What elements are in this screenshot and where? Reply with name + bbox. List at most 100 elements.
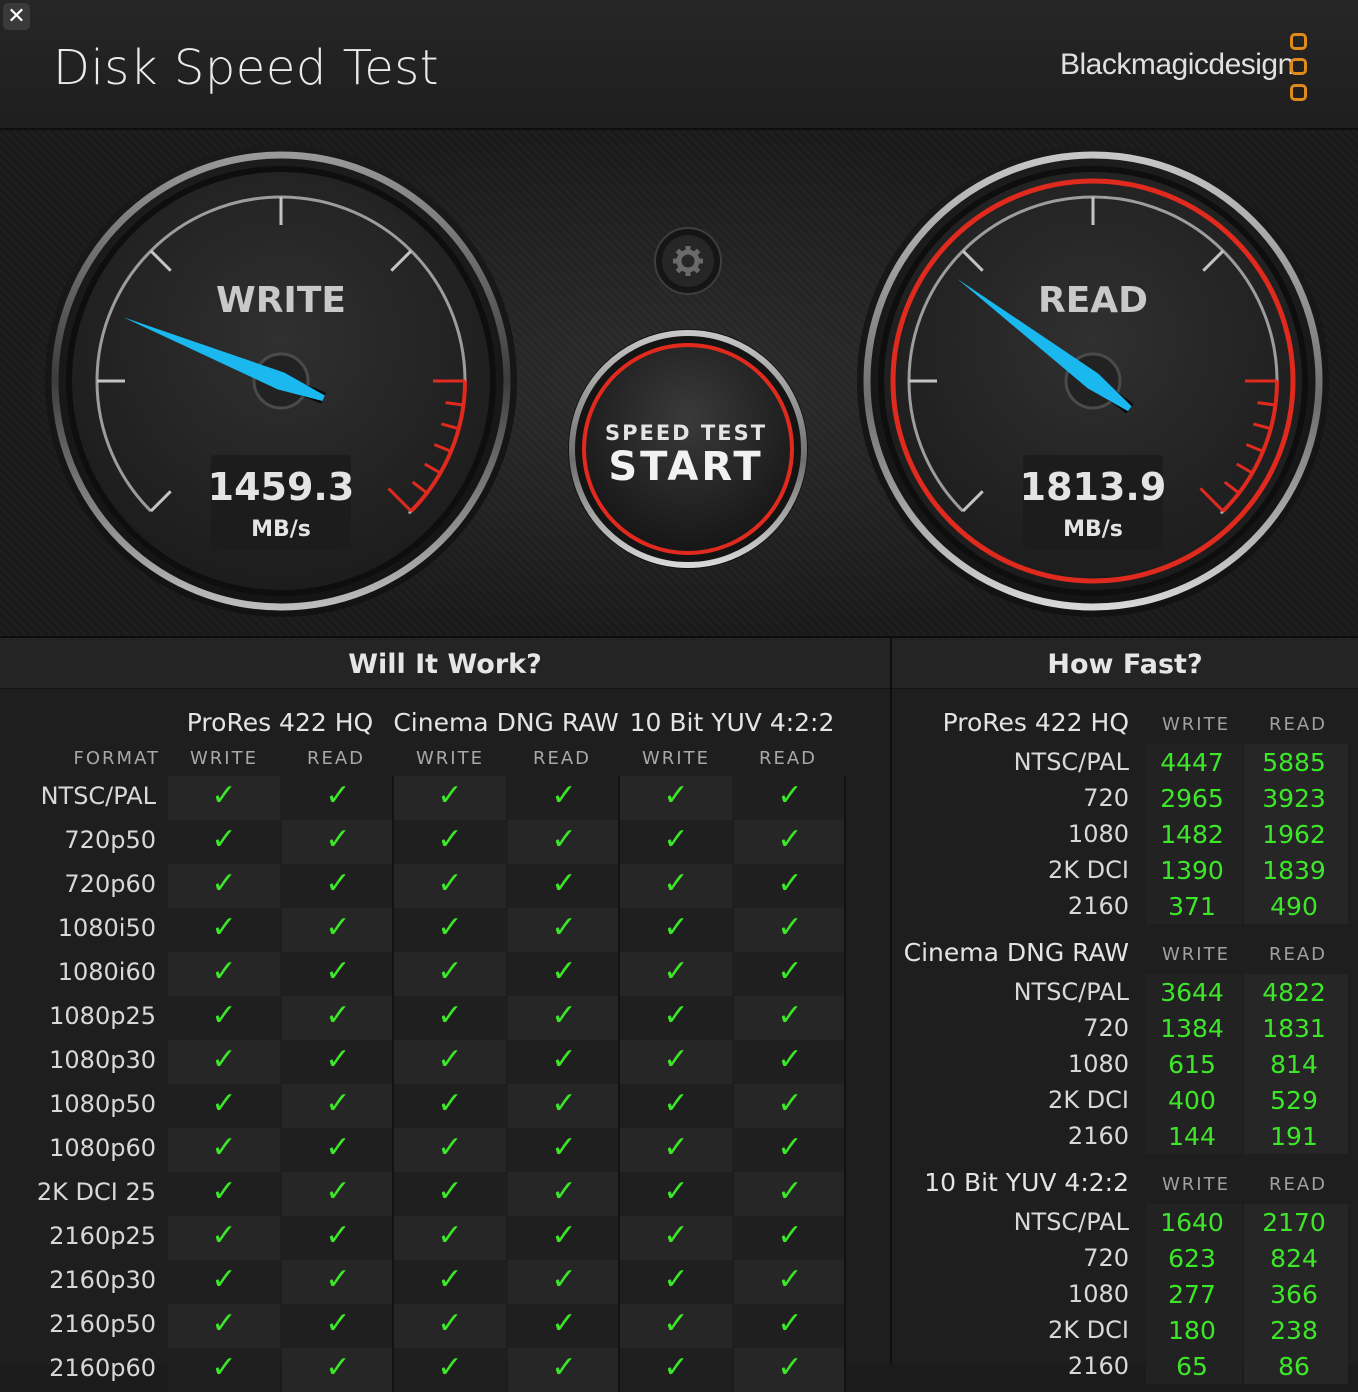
check-icon: ✓ <box>663 910 689 945</box>
how-fast-write-value: 615 <box>1168 1050 1216 1079</box>
how-fast-write-value: 2965 <box>1160 784 1224 813</box>
close-icon: ✕ <box>7 4 26 29</box>
how-fast-read-value: 529 <box>1270 1086 1318 1115</box>
how-fast-write-value: 400 <box>1168 1086 1216 1115</box>
check-icon: ✓ <box>437 1350 463 1385</box>
check-icon: ✓ <box>325 1306 351 1341</box>
how-fast-read-label: READ <box>1268 1174 1328 1195</box>
check-icon: ✓ <box>437 1042 463 1077</box>
check-icon: ✓ <box>551 778 577 813</box>
read-column-label: READ <box>532 748 592 769</box>
check-icon: ✓ <box>325 954 351 989</box>
group-title: ProRes 422 HQ <box>186 708 374 737</box>
how-fast-read-value: 86 <box>1278 1352 1310 1381</box>
how-fast-read-value: 490 <box>1270 892 1318 921</box>
start-button-top-label: SPEED TEST <box>605 421 767 445</box>
check-icon: ✓ <box>551 1306 577 1341</box>
check-icon: ✓ <box>777 1042 803 1077</box>
how-fast-row-label: 2K DCI <box>1048 856 1129 884</box>
how-fast-row-label: 2K DCI <box>1048 1316 1129 1344</box>
how-fast-group-title: 10 Bit YUV 4:2:2 <box>924 1168 1129 1197</box>
how-fast-read-value: 1839 <box>1262 856 1326 885</box>
check-icon: ✓ <box>437 1086 463 1121</box>
check-icon: ✓ <box>211 1130 237 1165</box>
how-fast-read-value: 814 <box>1270 1050 1318 1079</box>
group-title: Cinema DNG RAW <box>393 708 619 737</box>
check-icon: ✓ <box>437 866 463 901</box>
check-icon: ✓ <box>325 910 351 945</box>
read-gauge-label: READ <box>1038 280 1148 321</box>
check-icon: ✓ <box>325 1086 351 1121</box>
title-bar: ✕ Disk Speed Test Blackmagicdesign <box>0 0 1358 130</box>
read-speed-value: 1813.9 <box>1020 465 1167 509</box>
how-fast-read-value: 2170 <box>1262 1208 1326 1237</box>
format-row-label: 2160p50 <box>49 1310 156 1338</box>
check-icon: ✓ <box>777 1086 803 1121</box>
how-fast-row-label: 720 <box>1083 1014 1129 1042</box>
how-fast-group-title: Cinema DNG RAW <box>903 938 1129 967</box>
read-speed-unit: MB/s <box>1063 517 1123 542</box>
check-icon: ✓ <box>211 1306 237 1341</box>
how-fast-read-label: READ <box>1268 944 1328 965</box>
how-fast-read-value: 1831 <box>1262 1014 1326 1043</box>
how-fast-row-label: 720 <box>1083 784 1129 812</box>
check-icon: ✓ <box>551 822 577 857</box>
settings-button[interactable] <box>654 227 722 295</box>
check-icon: ✓ <box>551 1174 577 1209</box>
format-row-label: 1080p30 <box>49 1046 156 1074</box>
check-icon: ✓ <box>437 910 463 945</box>
format-row-label: 1080i60 <box>57 958 156 986</box>
brand-name: Blackmagicdesign <box>1060 48 1294 81</box>
format-row-label: 2160p30 <box>49 1266 156 1294</box>
write-column-label: WRITE <box>190 748 258 769</box>
check-icon: ✓ <box>211 778 237 813</box>
check-icon: ✓ <box>325 778 351 813</box>
how-fast-write-value: 1384 <box>1160 1014 1224 1043</box>
check-icon: ✓ <box>551 866 577 901</box>
check-icon: ✓ <box>437 998 463 1033</box>
write-gauge: WRITE 1459.3 MB/s <box>45 145 517 617</box>
check-icon: ✓ <box>325 1262 351 1297</box>
gauge-panel: WRITE 1459.3 MB/s READ 1813.9 MB/s SPEED… <box>0 130 1358 638</box>
check-icon: ✓ <box>663 1086 689 1121</box>
how-fast-write-value: 65 <box>1176 1352 1208 1381</box>
format-row-label: 1080p50 <box>49 1090 156 1118</box>
start-button[interactable]: SPEED TEST START <box>568 329 808 569</box>
how-fast-row-label: NTSC/PAL <box>1013 978 1129 1006</box>
check-icon: ✓ <box>777 1130 803 1165</box>
check-icon: ✓ <box>777 998 803 1033</box>
check-icon: ✓ <box>663 1130 689 1165</box>
check-icon: ✓ <box>663 954 689 989</box>
check-icon: ✓ <box>437 954 463 989</box>
how-fast-title: How Fast? <box>892 638 1358 689</box>
check-icon: ✓ <box>211 822 237 857</box>
check-icon: ✓ <box>777 1218 803 1253</box>
how-fast-write-value: 623 <box>1168 1244 1216 1273</box>
how-fast-row-label: 1080 <box>1067 1280 1129 1308</box>
check-icon: ✓ <box>211 910 237 945</box>
check-icon: ✓ <box>663 778 689 813</box>
check-icon: ✓ <box>777 1262 803 1297</box>
format-row-label: 720p50 <box>64 826 156 854</box>
check-icon: ✓ <box>211 1350 237 1385</box>
check-icon: ✓ <box>777 1350 803 1385</box>
app-title: Disk Speed Test <box>53 40 440 96</box>
check-icon: ✓ <box>777 866 803 901</box>
check-icon: ✓ <box>325 1042 351 1077</box>
close-button[interactable]: ✕ <box>3 3 30 30</box>
write-speed-unit: MB/s <box>251 517 311 542</box>
will-it-work-title: Will It Work? <box>0 638 890 689</box>
will-it-work-section: Will It Work? FORMAT ProRes 422 HQ WRITE RE… <box>0 638 890 1392</box>
how-fast-read-value: 4822 <box>1262 978 1326 1007</box>
check-icon: ✓ <box>663 1174 689 1209</box>
how-fast-read-value: 3923 <box>1262 784 1326 813</box>
check-icon: ✓ <box>663 1306 689 1341</box>
how-fast-write-value: 277 <box>1168 1280 1216 1309</box>
how-fast-write-label: WRITE <box>1162 1174 1230 1195</box>
check-icon: ✓ <box>437 1174 463 1209</box>
check-icon: ✓ <box>437 1262 463 1297</box>
write-column-label: WRITE <box>642 748 710 769</box>
check-icon: ✓ <box>325 866 351 901</box>
how-fast-row-label: 2K DCI <box>1048 1086 1129 1114</box>
check-icon: ✓ <box>551 910 577 945</box>
